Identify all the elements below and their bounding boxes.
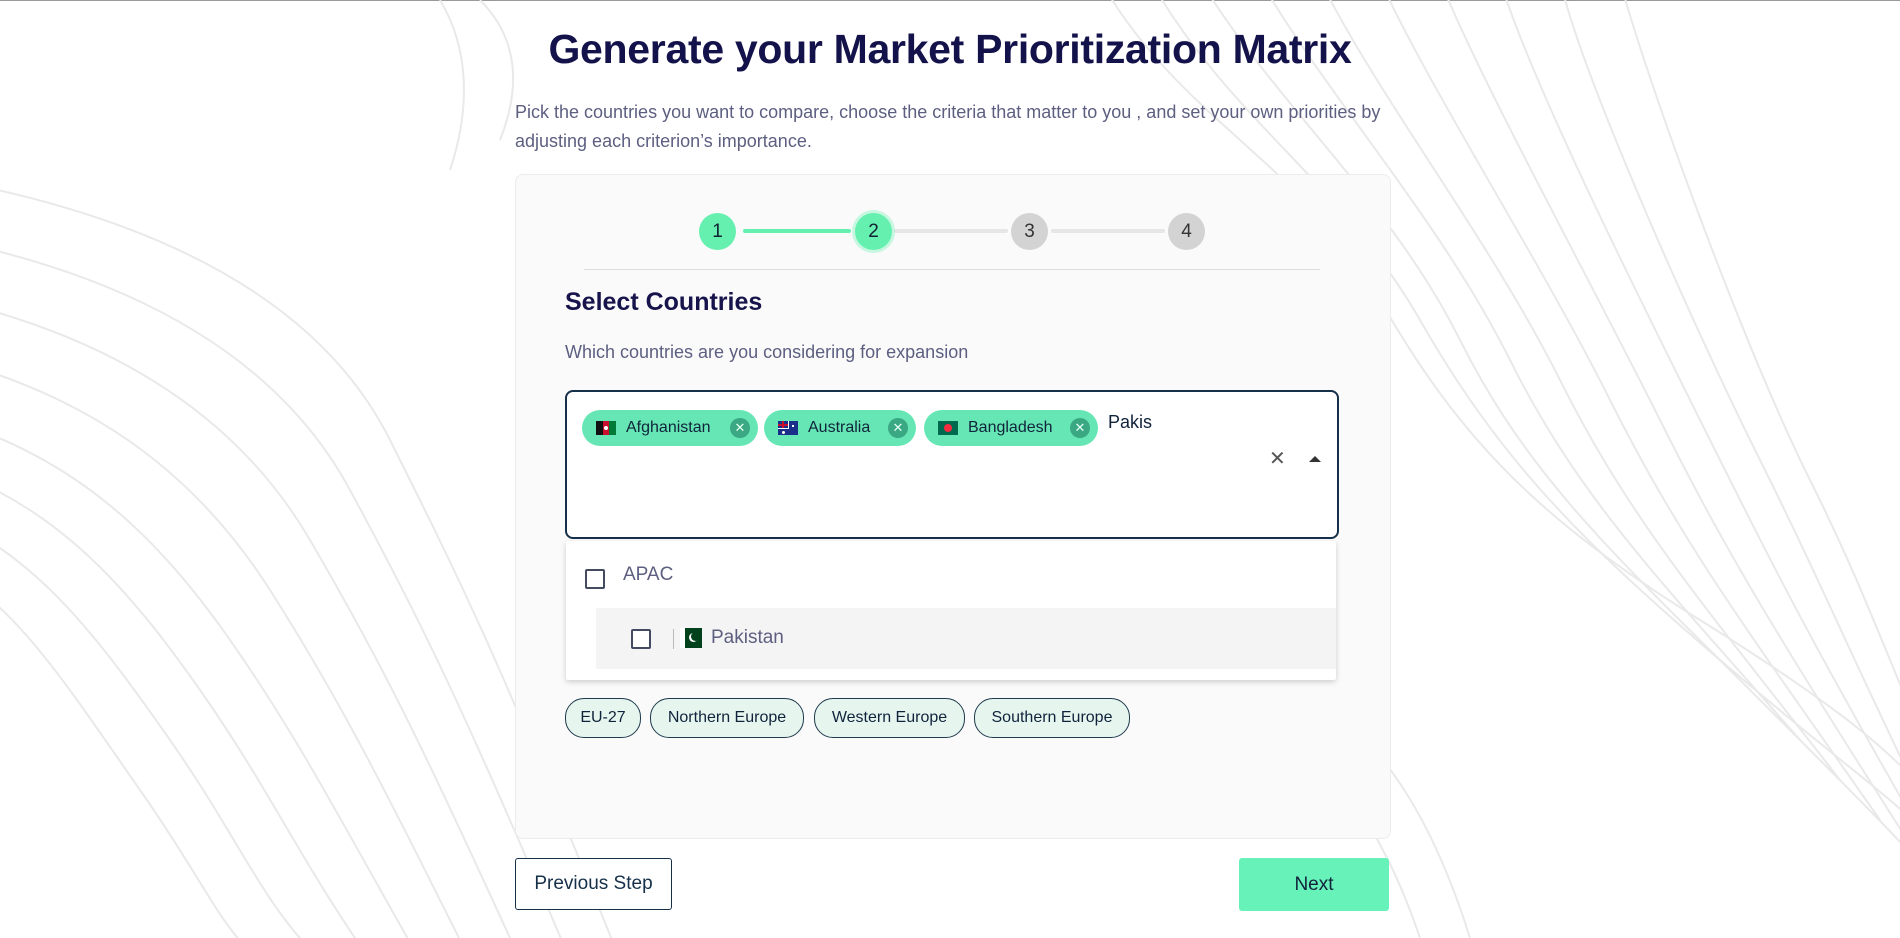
dropdown-option-label: Pakistan <box>711 627 784 648</box>
stepper-divider <box>584 269 1320 270</box>
next-button[interactable]: Next <box>1239 858 1389 911</box>
stepper-step-4[interactable]: 4 <box>1168 213 1205 250</box>
selected-chip-afghanistan: Afghanistan ✕ <box>582 410 758 446</box>
section-title: Select Countries <box>565 288 763 316</box>
chip-label: Australia <box>808 419 871 436</box>
australia-flag-icon <box>778 421 798 435</box>
afghanistan-flag-icon <box>596 421 616 435</box>
stepper-step-3[interactable]: 3 <box>1011 213 1048 250</box>
pakistan-flag-icon <box>680 628 702 648</box>
stepper-connector-1 <box>743 229 851 233</box>
remove-chip-close-icon[interactable]: ✕ <box>1070 418 1090 438</box>
stepper-connector-3 <box>1051 229 1165 233</box>
selected-chip-australia: Australia ✕ <box>764 410 916 446</box>
region-chip-northern-europe[interactable]: Northern Europe <box>650 698 804 738</box>
option-checkbox-pakistan[interactable] <box>631 629 651 649</box>
region-chip-eu-27[interactable]: EU-27 <box>565 698 641 738</box>
dropdown-option-pakistan[interactable]: Pakistan <box>596 608 1336 669</box>
chip-label: Bangladesh <box>968 419 1053 436</box>
section-subtitle: Which countries are you considering for … <box>565 342 969 362</box>
selected-chip-bangladesh: Bangladesh ✕ <box>924 410 1098 446</box>
country-search-input[interactable]: Pakis <box>1108 412 1152 433</box>
remove-chip-close-icon[interactable]: ✕ <box>888 418 908 438</box>
remove-chip-close-icon[interactable]: ✕ <box>730 418 750 438</box>
region-chip-southern-europe[interactable]: Southern Europe <box>974 698 1130 738</box>
bangladesh-flag-icon <box>938 421 958 435</box>
page-description: Pick the countries you want to compare, … <box>515 102 1381 151</box>
dropdown-group-label: APAC <box>623 564 674 585</box>
option-separator <box>673 629 674 649</box>
country-dropdown-menu: APAC Pakistan <box>566 541 1336 680</box>
stepper-step-2[interactable]: 2 <box>855 213 892 250</box>
country-multiselect[interactable]: Afghanistan ✕ Australia ✕ Bangladesh ✕ P… <box>565 390 1339 539</box>
close-icon[interactable]: ✕ <box>1269 446 1286 471</box>
previous-step-button[interactable]: Previous Step <box>515 858 672 910</box>
caret-up-icon[interactable] <box>1309 456 1321 462</box>
group-checkbox-apac[interactable] <box>585 569 605 589</box>
stepper-connector-2 <box>894 229 1008 233</box>
stepper-step-1[interactable]: 1 <box>699 213 736 250</box>
page-title: Generate your Market Prioritization Matr… <box>548 26 1352 72</box>
chip-label: Afghanistan <box>626 419 711 436</box>
region-chip-western-europe[interactable]: Western Europe <box>814 698 965 738</box>
